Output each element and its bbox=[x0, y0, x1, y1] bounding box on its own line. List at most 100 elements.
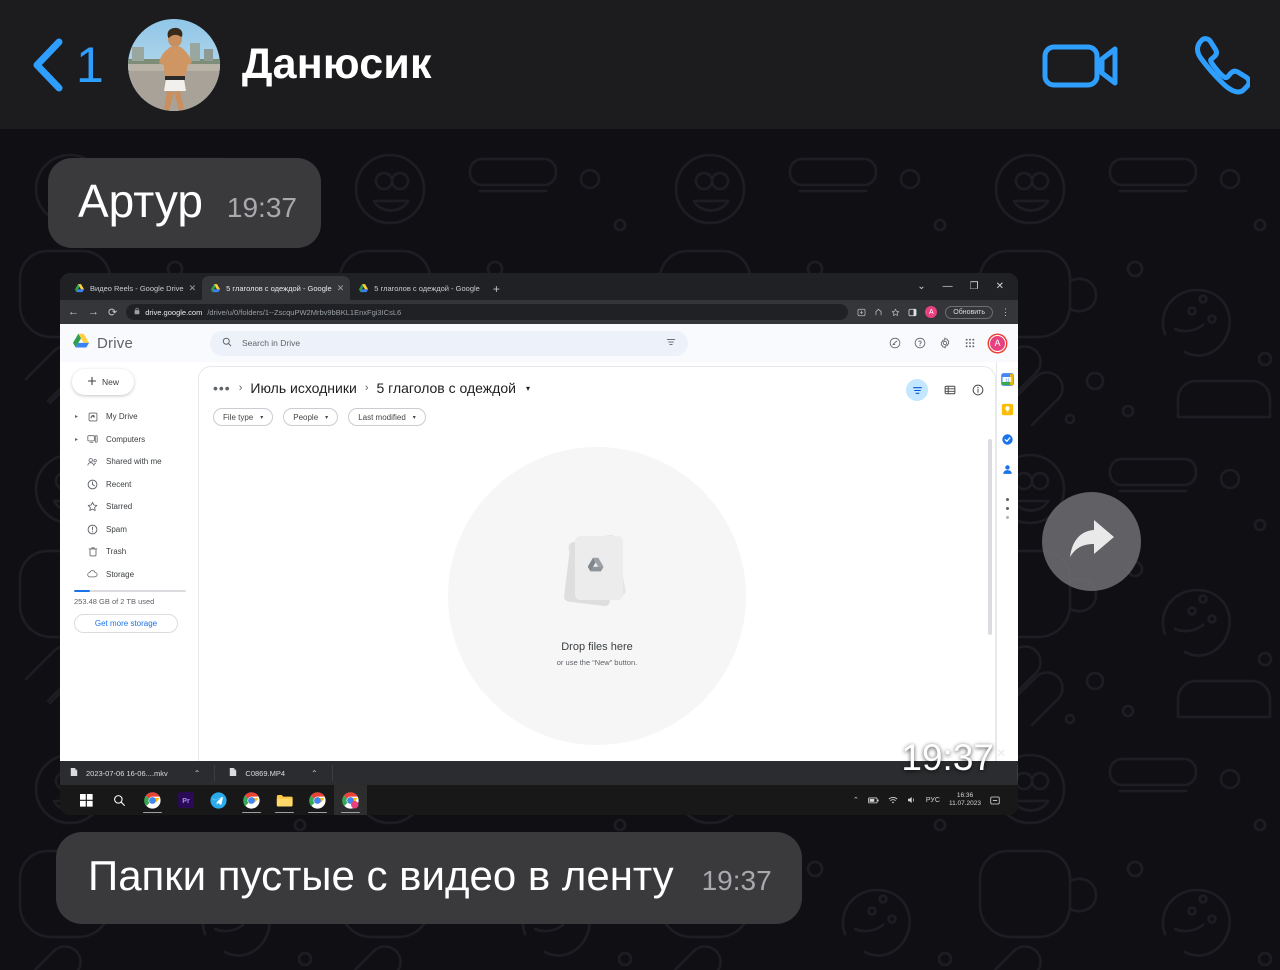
help-icon[interactable] bbox=[914, 337, 926, 349]
settings-gear-icon[interactable] bbox=[939, 337, 951, 349]
google-tasks-icon[interactable] bbox=[1001, 432, 1015, 446]
download-item[interactable]: 2023-07-06 16-06....mkv ⌃ bbox=[70, 765, 216, 781]
video-camera-icon[interactable] bbox=[1042, 39, 1120, 91]
google-contacts-icon[interactable] bbox=[1001, 462, 1015, 476]
sidebar-item-label: Shared with me bbox=[106, 457, 162, 466]
update-button[interactable]: Обновить bbox=[945, 305, 993, 319]
sidebar-item-storage[interactable]: Storage bbox=[72, 566, 198, 583]
filter-chip-file-type[interactable]: File type ▾ bbox=[213, 408, 274, 426]
side-panel-icon[interactable] bbox=[908, 308, 917, 317]
expand-arrow-icon[interactable]: ▸ bbox=[74, 413, 79, 420]
sidebar-item-computers[interactable]: ▸ Computers bbox=[72, 431, 198, 448]
close-icon[interactable]: ✕ bbox=[337, 283, 345, 294]
volume-icon[interactable] bbox=[907, 796, 917, 804]
filter-icon[interactable] bbox=[906, 379, 928, 401]
browser-tab[interactable]: 5 глаголов с одеждой - Google bbox=[350, 276, 486, 300]
search-options-icon[interactable] bbox=[666, 334, 676, 352]
pane-actions bbox=[906, 379, 984, 401]
address-bar[interactable]: drive.google.com/drive/u/0/folders/1--Zs… bbox=[126, 304, 849, 320]
chrome-task-4[interactable] bbox=[334, 785, 367, 815]
tab-search-icon[interactable]: ⌄ bbox=[917, 281, 925, 292]
download-file-name: 2023-07-06 16-06....mkv bbox=[86, 768, 168, 778]
sidebar-item-my-drive[interactable]: ▸ My Drive bbox=[72, 408, 198, 425]
chrome-task-2[interactable] bbox=[235, 785, 268, 815]
chrome-task[interactable] bbox=[136, 785, 169, 815]
back-button[interactable]: 1 bbox=[30, 37, 104, 93]
download-item[interactable]: C0869.MP4 ⌃ bbox=[229, 765, 333, 781]
forward-button[interactable] bbox=[1042, 492, 1141, 591]
notification-icon[interactable] bbox=[990, 796, 1000, 805]
reload-icon[interactable]: ⟳ bbox=[108, 306, 117, 319]
account-avatar[interactable]: A bbox=[989, 334, 1006, 352]
search-button[interactable] bbox=[103, 785, 136, 815]
close-window-button[interactable]: ✕ bbox=[996, 281, 1004, 292]
breadcrumb-parent[interactable]: Июль исходники bbox=[250, 380, 356, 396]
close-icon[interactable]: ✕ bbox=[189, 283, 197, 294]
chrome-task-3[interactable] bbox=[301, 785, 334, 815]
empty-folder-dropzone[interactable]: Drop files here or use the “New” button. bbox=[199, 425, 995, 761]
new-button[interactable]: New bbox=[72, 369, 134, 395]
download-file-name: C0869.MP4 bbox=[245, 768, 286, 778]
telegram-task[interactable] bbox=[202, 785, 235, 815]
google-calendar-icon[interactable]: 11 bbox=[1001, 372, 1015, 386]
google-keep-icon[interactable] bbox=[1001, 402, 1015, 416]
chevron-down-icon[interactable]: ▾ bbox=[526, 384, 530, 393]
explorer-task[interactable] bbox=[268, 785, 301, 815]
list-view-icon[interactable] bbox=[944, 384, 956, 396]
google-drive-app: Drive Search in Drive A New ▸ My Drive ▸… bbox=[60, 324, 1018, 761]
sidebar-item-starred[interactable]: Starred bbox=[72, 498, 198, 515]
forward-arrow-icon[interactable]: → bbox=[88, 306, 99, 318]
svg-text:11: 11 bbox=[1005, 377, 1010, 383]
chevron-up-icon[interactable]: ⌃ bbox=[194, 769, 201, 778]
sidebar-item-label: Storage bbox=[106, 569, 135, 579]
message-bubble[interactable]: Артур 19:37 bbox=[48, 158, 321, 248]
browser-menu-icon[interactable]: ⋮ bbox=[1001, 307, 1010, 318]
drive-logo[interactable]: Drive bbox=[72, 333, 210, 354]
sidebar-item-spam[interactable]: Spam bbox=[72, 521, 198, 538]
wifi-icon[interactable] bbox=[888, 796, 898, 804]
chevron-up-icon[interactable]: ⌃ bbox=[311, 769, 318, 778]
drive-search-input[interactable]: Search in Drive bbox=[210, 330, 688, 356]
forward-arrow-icon bbox=[1067, 516, 1117, 567]
sidebar-item-recent[interactable]: Recent bbox=[72, 476, 198, 493]
filter-chip-people[interactable]: People ▾ bbox=[283, 408, 339, 426]
maximize-button[interactable]: ❐ bbox=[970, 281, 979, 292]
shared-screenshot-image[interactable]: Видео Reels - Google Drive ✕ 5 глаголов … bbox=[60, 273, 1018, 815]
phone-icon[interactable] bbox=[1188, 34, 1250, 96]
new-tab-button[interactable]: + bbox=[493, 282, 500, 296]
sidebar-item-trash[interactable]: Trash bbox=[72, 543, 198, 560]
start-button[interactable] bbox=[70, 785, 103, 815]
drive-logo-icon bbox=[72, 333, 90, 354]
message-time: 19:37 bbox=[701, 865, 772, 896]
bookmark-star-icon[interactable] bbox=[891, 308, 900, 317]
expand-arrow-icon[interactable]: ▸ bbox=[74, 436, 79, 443]
minimize-button[interactable]: — bbox=[943, 281, 953, 292]
install-icon[interactable] bbox=[857, 308, 866, 317]
get-more-storage-button[interactable]: Get more storage bbox=[74, 614, 178, 633]
share-icon[interactable] bbox=[874, 308, 883, 317]
sidebar-item-shared-with-me[interactable]: Shared with me bbox=[72, 453, 198, 470]
pane-scrollbar[interactable] bbox=[988, 439, 992, 635]
activity-icon[interactable] bbox=[889, 337, 901, 349]
browser-tab[interactable]: Видео Reels - Google Drive ✕ bbox=[66, 276, 203, 300]
browser-tab[interactable]: 5 глаголов с одеждой - Google ✕ bbox=[202, 276, 351, 300]
info-icon[interactable] bbox=[972, 384, 984, 396]
language-indicator[interactable]: РУС bbox=[926, 797, 940, 804]
message-bubble[interactable]: Папки пустые с видео в ленту 19:37 bbox=[56, 832, 802, 924]
battery-icon[interactable] bbox=[868, 797, 879, 804]
premiere-task[interactable]: Pr bbox=[169, 785, 202, 815]
back-arrow-icon[interactable]: ← bbox=[68, 306, 79, 318]
breadcrumb-overflow[interactable]: ••• bbox=[213, 380, 231, 396]
filter-chip-last-modified[interactable]: Last modified ▾ bbox=[348, 408, 426, 426]
tray-expand-icon[interactable]: ⌃ bbox=[853, 796, 859, 804]
breadcrumb-current[interactable]: 5 глаголов с одеждой bbox=[376, 380, 515, 396]
rail-overflow-dots[interactable] bbox=[1006, 498, 1009, 519]
message-time: 19:37 bbox=[226, 192, 297, 223]
taskbar-clock[interactable]: 16:36 11.07.2023 bbox=[949, 792, 981, 808]
drive-sidebar: New ▸ My Drive ▸ Computers Shared with m… bbox=[60, 362, 198, 761]
cloud-icon bbox=[87, 569, 98, 579]
profile-avatar[interactable]: A bbox=[925, 306, 938, 318]
apps-grid-icon[interactable] bbox=[964, 337, 976, 349]
avatar[interactable] bbox=[127, 18, 220, 111]
sidebar-item-label: Spam bbox=[106, 524, 127, 534]
